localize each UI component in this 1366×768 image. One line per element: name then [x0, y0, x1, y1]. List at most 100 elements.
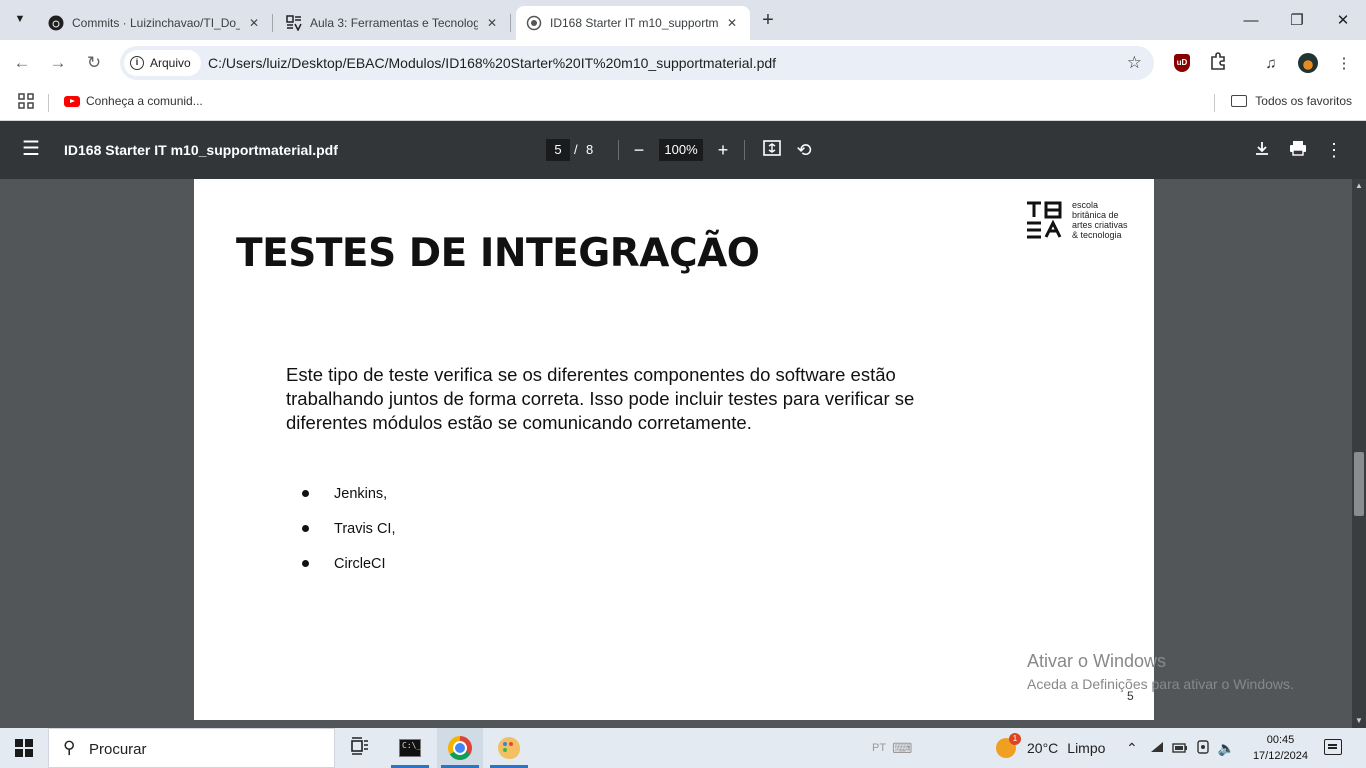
- tab-pdf[interactable]: ID168 Starter IT m10_supportmaterial.pdf…: [516, 6, 750, 40]
- forward-button[interactable]: →: [45, 50, 71, 76]
- battery-icon[interactable]: [1172, 740, 1188, 756]
- chevron-up-icon[interactable]: ⌃: [1126, 740, 1138, 757]
- close-icon[interactable]: ✕: [484, 15, 500, 31]
- reload-icon: ↻: [86, 53, 102, 72]
- pdf-title: ID168 Starter IT m10_supportmaterial.pdf: [64, 142, 338, 158]
- ebac-logo: [1024, 199, 1066, 241]
- list-item-text: CircleCI: [334, 555, 386, 572]
- print-button[interactable]: [1286, 138, 1310, 162]
- browser-menu-button[interactable]: ⋮: [1333, 52, 1355, 74]
- rotate-button[interactable]: ⟲: [792, 138, 816, 162]
- browser-toolbar: ← → ↻ i Arquivo C:/Users/luiz/Desktop/EB…: [0, 40, 1366, 85]
- language-label: PT: [872, 742, 887, 754]
- task-view-button[interactable]: [337, 728, 383, 768]
- scroll-down-arrow-icon[interactable]: ▼: [1354, 716, 1364, 726]
- site-info-label: Arquivo: [150, 56, 191, 70]
- page-number-input[interactable]: 5: [546, 139, 570, 161]
- minus-icon: −: [633, 139, 645, 160]
- scrollbar-thumb[interactable]: [1354, 452, 1364, 516]
- back-button[interactable]: ←: [9, 50, 35, 76]
- close-window-button[interactable]: ✕: [1320, 0, 1366, 40]
- tab-strip: ▼ Commits · Luizinchavao/TI_Do_EBAC ✕ Au…: [0, 0, 1366, 40]
- paint-icon: [498, 737, 520, 759]
- bookmark-item[interactable]: Conheça a comunid...: [64, 94, 203, 108]
- plus-icon: +: [717, 139, 729, 160]
- windows-activation-watermark: Ativar o Windows Aceda a Definições para…: [1027, 651, 1294, 692]
- weather-sun-icon: 1: [996, 733, 1021, 758]
- zoom-level-input[interactable]: 100%: [659, 139, 703, 161]
- zoom-out-button[interactable]: −: [627, 138, 651, 162]
- list-item: Jenkins,: [302, 476, 396, 511]
- scroll-up-arrow-icon[interactable]: ▲: [1354, 181, 1364, 191]
- close-icon[interactable]: ✕: [246, 15, 262, 31]
- ublock-extension-button[interactable]: uD: [1171, 52, 1193, 74]
- media-control-button[interactable]: ♫: [1260, 52, 1282, 74]
- ublock-icon: uD: [1174, 54, 1190, 72]
- pdf-page: TESTES DE INTEGRAÇÃO escola britânica de…: [194, 179, 1154, 720]
- tab-aula3[interactable]: Aula 3: Ferramentas e Tecnologias ✕: [276, 6, 511, 40]
- pdf-sidebar-menu-icon[interactable]: ☰: [22, 139, 40, 159]
- chrome-icon: [448, 736, 472, 760]
- tab-commits[interactable]: Commits · Luizinchavao/TI_Do_EBAC ✕: [38, 6, 273, 40]
- page-separator: /: [574, 142, 578, 157]
- puzzle-icon: [1209, 52, 1227, 74]
- zoom-in-button[interactable]: +: [711, 138, 735, 162]
- logo-text-line: & tecnologia: [1072, 230, 1122, 240]
- address-bar[interactable]: i Arquivo C:/Users/luiz/Desktop/EBAC/Mod…: [120, 46, 1154, 80]
- profile-button[interactable]: [1297, 52, 1319, 74]
- pdf-viewer[interactable]: TESTES DE INTEGRAÇÃO escola britânica de…: [0, 179, 1366, 728]
- apps-grid-icon[interactable]: [18, 93, 34, 113]
- site-info-chip[interactable]: i Arquivo: [124, 50, 201, 76]
- new-tab-button[interactable]: +: [756, 9, 780, 33]
- extensions-button[interactable]: [1207, 52, 1229, 74]
- restore-button[interactable]: ❐: [1274, 0, 1320, 40]
- reload-button[interactable]: ↻: [81, 50, 107, 76]
- vertical-scrollbar[interactable]: ▲ ▼: [1352, 179, 1366, 728]
- ebac-icon: [286, 15, 302, 31]
- input-language[interactable]: PT ⌨: [872, 728, 912, 768]
- tab-search-button[interactable]: ▼: [8, 7, 32, 31]
- tab-title: Aula 3: Ferramentas e Tecnologias: [310, 16, 478, 30]
- system-tray: ⌃ 🔈: [1126, 728, 1235, 768]
- all-bookmarks-button[interactable]: Todos os favoritos: [1231, 94, 1352, 108]
- avatar: [1298, 53, 1318, 73]
- clock[interactable]: 00:45 17/12/2024: [1253, 732, 1308, 764]
- url-text[interactable]: C:/Users/luiz/Desktop/EBAC/Modulos/ID168…: [208, 55, 776, 71]
- search-icon: ⚲: [63, 738, 76, 757]
- list-item: CircleCI: [302, 546, 396, 581]
- camera-icon[interactable]: [1196, 739, 1210, 757]
- rotate-icon: ⟲: [796, 139, 812, 160]
- start-button[interactable]: [15, 739, 33, 757]
- chevron-down-icon: ▼: [14, 13, 26, 25]
- taskbar-paint[interactable]: [486, 728, 532, 768]
- toolbar-divider: [744, 140, 745, 160]
- network-icon[interactable]: [1150, 740, 1164, 756]
- volume-icon[interactable]: 🔈: [1218, 740, 1235, 757]
- bookmarks-divider: [48, 94, 49, 112]
- close-icon[interactable]: ✕: [724, 15, 740, 31]
- bullet-dot: [302, 525, 309, 532]
- notification-center-icon[interactable]: [1324, 739, 1342, 755]
- minimize-button[interactable]: —: [1228, 0, 1274, 40]
- pdf-toolbar: ☰ ID168 Starter IT m10_supportmaterial.p…: [0, 121, 1366, 179]
- logo-text-line: escola: [1072, 200, 1099, 210]
- clock-time: 00:45: [1266, 734, 1295, 746]
- taskbar-search[interactable]: ⚲ Procurar: [48, 728, 335, 768]
- ebac-logo-text: escola britânica de artes criativas & te…: [1072, 200, 1128, 240]
- bookmark-star-icon[interactable]: ☆: [1127, 53, 1142, 73]
- fit-page-icon: [763, 139, 781, 161]
- weather-widget[interactable]: 1 20°C Limpo: [996, 728, 1105, 768]
- tab-title: ID168 Starter IT m10_supportmaterial.pdf: [550, 16, 718, 30]
- bookmark-label: Conheça a comunid...: [86, 94, 203, 108]
- fit-page-button[interactable]: [760, 138, 784, 162]
- globe-icon: [526, 15, 542, 31]
- bullet-list: Jenkins, Travis CI, CircleCI: [302, 476, 396, 581]
- taskbar-terminal[interactable]: C:\_: [387, 728, 433, 768]
- print-icon: [1289, 140, 1307, 161]
- download-button[interactable]: [1250, 138, 1274, 162]
- taskbar-chrome[interactable]: [437, 728, 483, 768]
- pdf-more-button[interactable]: ⋮: [1322, 138, 1346, 162]
- bookmarks-divider: [1214, 94, 1215, 112]
- keyboard-icon: ⌨: [892, 739, 913, 756]
- github-icon: [48, 15, 64, 31]
